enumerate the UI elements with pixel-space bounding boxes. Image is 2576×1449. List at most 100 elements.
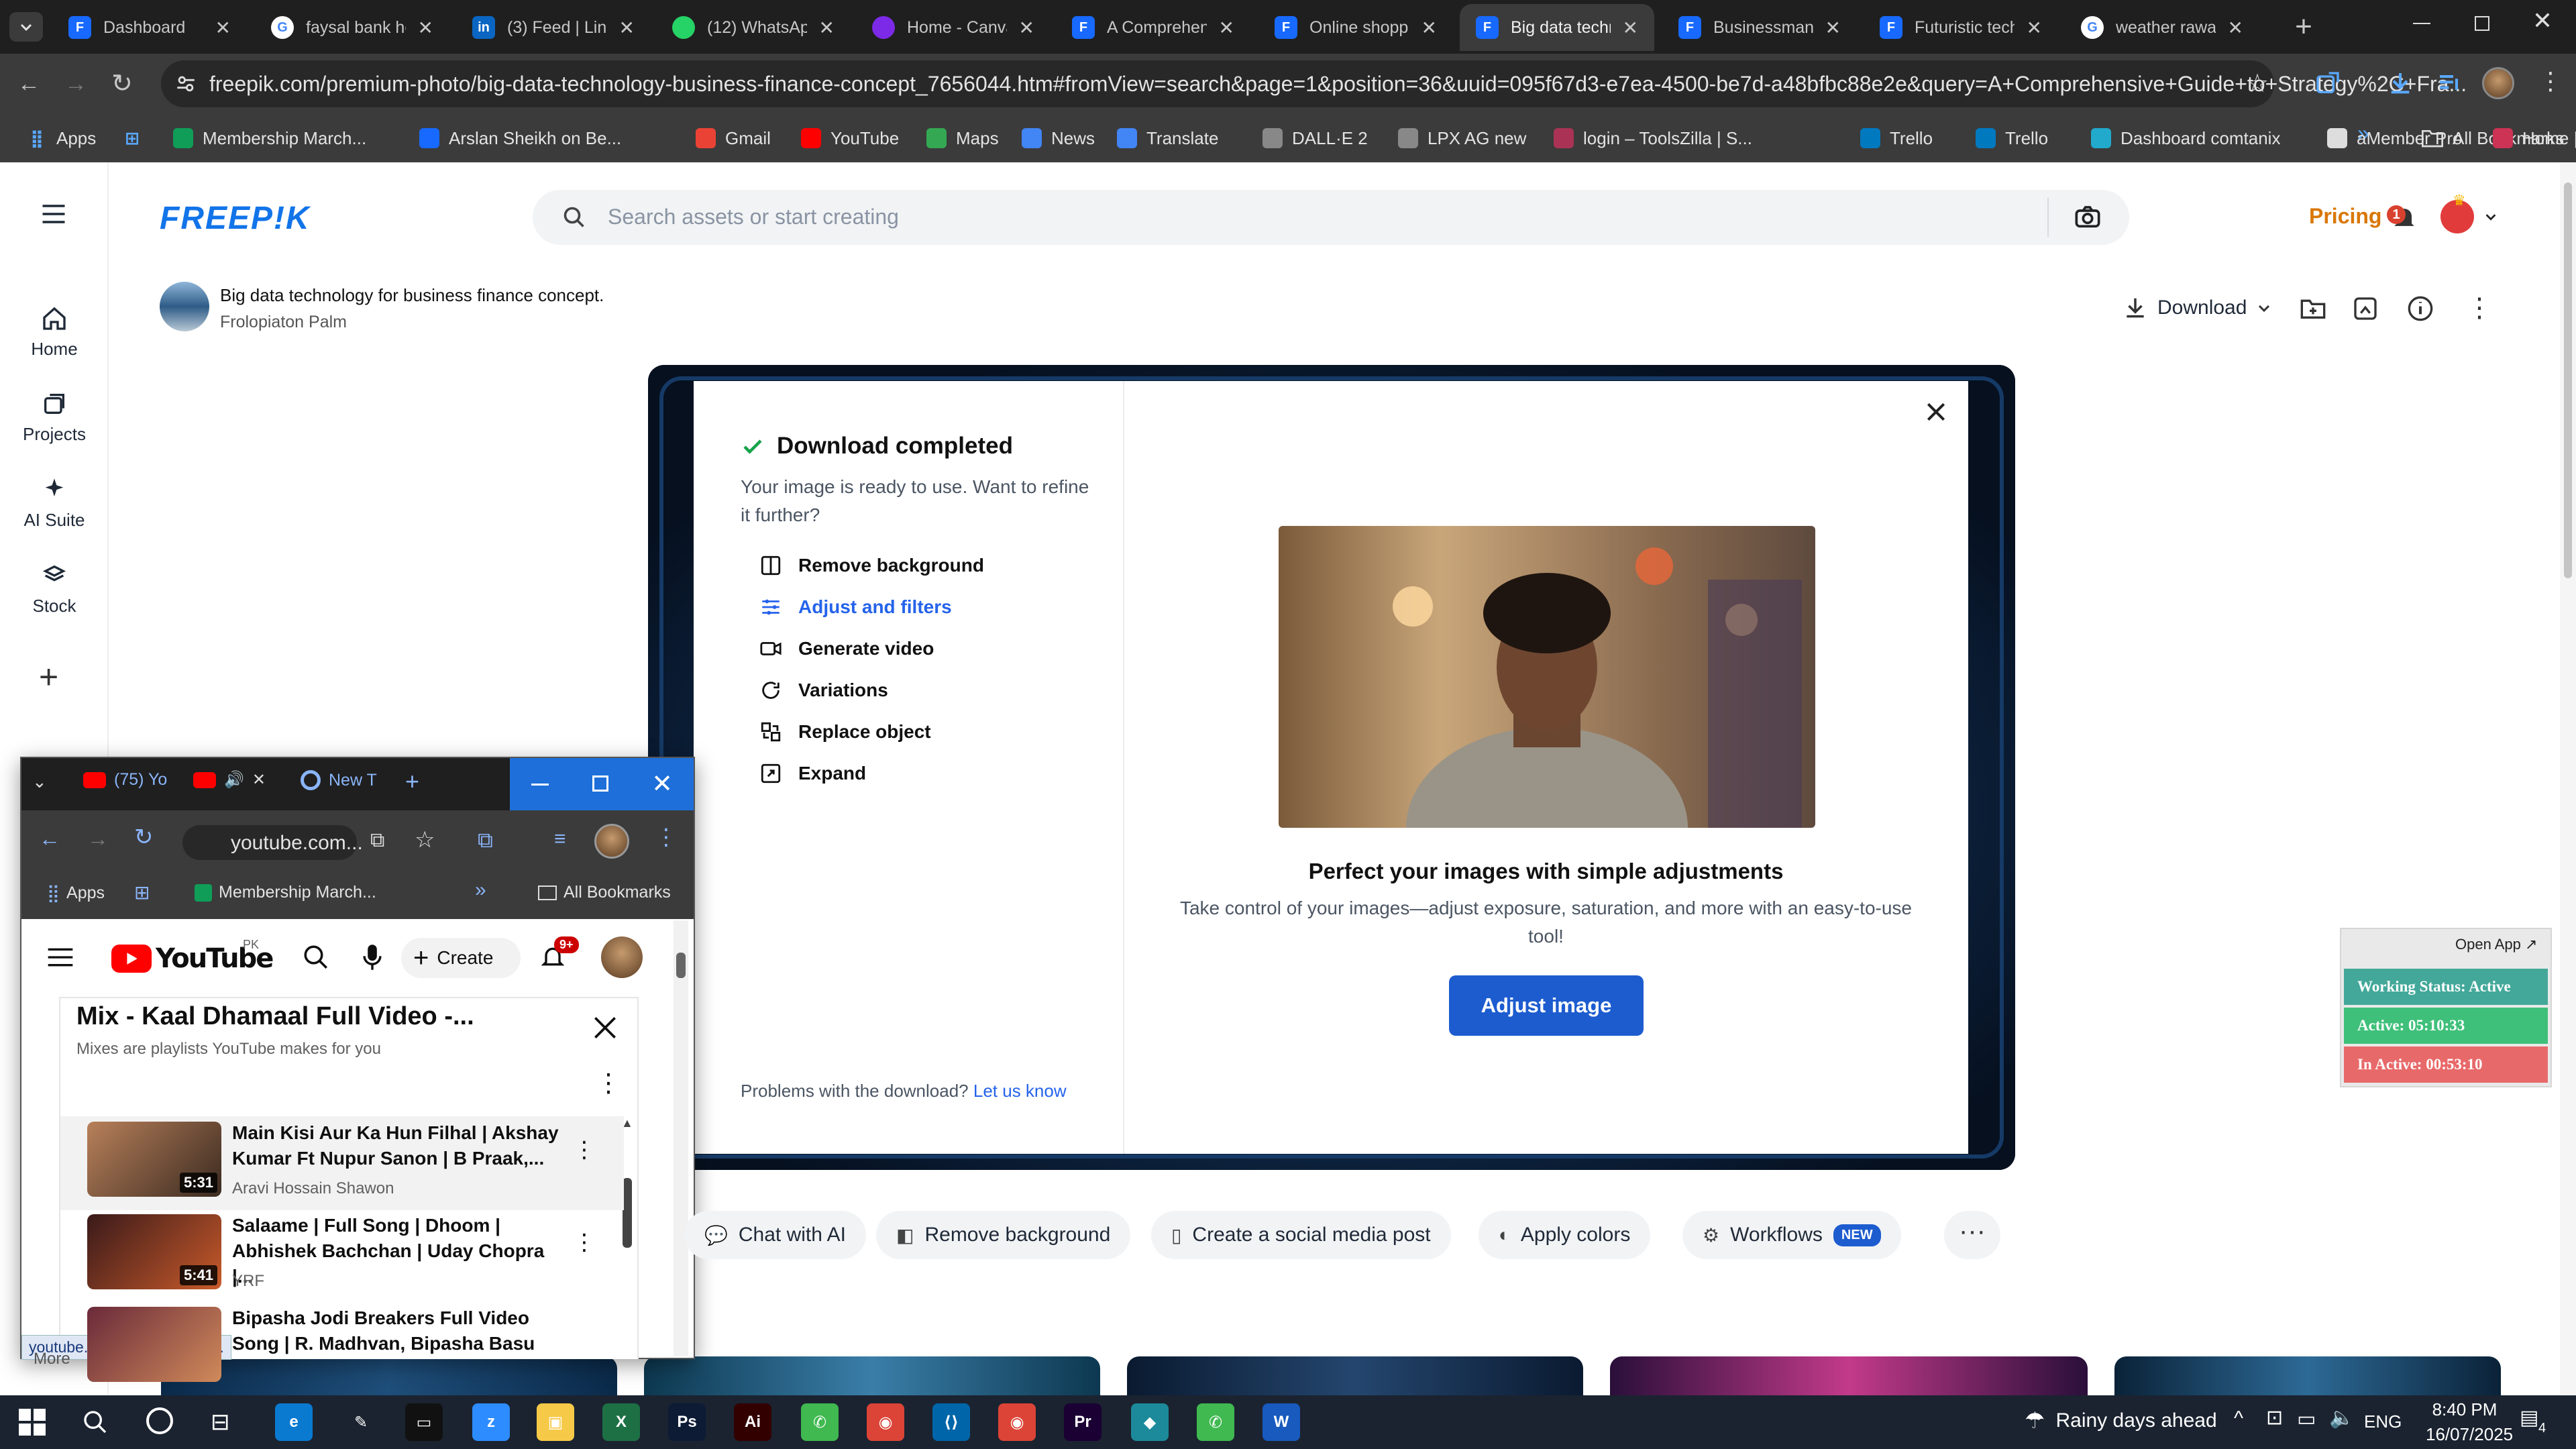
modal-option-replace-object[interactable]: Replace object xyxy=(759,720,931,743)
clock[interactable]: 8:40 PM 16/07/2025 xyxy=(2426,1399,2513,1445)
bookmark-item[interactable]: Dashboard comtanix xyxy=(2091,123,2280,153)
video-menu-icon[interactable]: ⋮ xyxy=(573,1229,596,1256)
browser-tab[interactable]: F Dashboard ✕ xyxy=(52,4,247,51)
close-tab-icon[interactable]: ✕ xyxy=(1421,17,1437,39)
bookmark-item[interactable]: Translate xyxy=(1117,123,1218,153)
add-nav-button[interactable]: + xyxy=(39,657,58,696)
microphone-icon[interactable] xyxy=(361,943,384,971)
reload-button[interactable]: ↻ xyxy=(134,824,154,851)
action-chat-with-ai[interactable]: 💬 Chat with AI xyxy=(684,1211,866,1259)
back-button[interactable]: ← xyxy=(39,826,60,851)
extensions-icon[interactable]: ⧉ xyxy=(478,828,493,853)
close-tab-icon[interactable]: ✕ xyxy=(2228,17,2243,39)
folder-add-icon[interactable] xyxy=(2300,295,2326,322)
reload-button[interactable]: ↻ xyxy=(111,68,133,99)
edit-image-icon[interactable] xyxy=(2352,295,2379,322)
bookmark-item[interactable]: Trello xyxy=(1976,123,2048,153)
browser-tab[interactable]: in (3) Feed | Linke ✕ xyxy=(456,4,651,51)
cortana-icon[interactable] xyxy=(146,1407,173,1434)
info-icon[interactable] xyxy=(2407,295,2434,322)
forward-button[interactable]: → xyxy=(87,826,109,851)
modal-option-variations[interactable]: Variations xyxy=(759,679,888,702)
nav-item-ai-suite[interactable]: AI Suite xyxy=(0,476,109,531)
bookmark-membership[interactable]: Membership March... xyxy=(195,883,376,902)
open-app-button[interactable]: Open App ↗ xyxy=(2455,936,2537,953)
photoshop-icon[interactable]: Ps xyxy=(668,1403,706,1441)
modal-option-adjust-and-filters[interactable]: Adjust and filters xyxy=(759,596,952,619)
install-app-icon[interactable]: ⧉ xyxy=(370,829,384,852)
illustrator-icon[interactable]: Ai xyxy=(734,1403,771,1441)
video-menu-icon[interactable]: ⋮ xyxy=(573,1136,596,1163)
media-control-icon[interactable] xyxy=(2436,70,2463,97)
bookmark-item[interactable]: Home | PixVerse xyxy=(2493,123,2576,153)
chrome-icon[interactable]: ◉ xyxy=(867,1403,904,1441)
site-info-icon[interactable] xyxy=(174,72,197,95)
browser-tab[interactable]: Home - Canva ✕ xyxy=(856,4,1051,51)
bookmark-item[interactable]: Arslan Sheikh on Be... xyxy=(419,123,621,153)
vscode-icon[interactable]: ⟨⟩ xyxy=(932,1403,970,1441)
related-thumb[interactable] xyxy=(1610,1356,2088,1395)
tab-search-button[interactable] xyxy=(9,12,43,42)
bookmark-item[interactable]: ⣿ Apps xyxy=(27,123,96,153)
hamburger-menu-icon[interactable] xyxy=(47,947,74,967)
chrome-active-icon[interactable]: ◉ xyxy=(998,1403,1036,1441)
related-thumb[interactable] xyxy=(644,1356,1100,1395)
new-tab-button[interactable]: + xyxy=(405,767,419,796)
bookmark-item[interactable]: Membership March... xyxy=(173,123,366,153)
action-create-a-social-media-post[interactable]: ▯ Create a social media post xyxy=(1151,1211,1451,1259)
minimize-button[interactable] xyxy=(510,758,570,810)
user-avatar[interactable]: ♛ xyxy=(2440,192,2474,233)
bookmark-item[interactable]: Gmail xyxy=(696,123,771,153)
camera-search-icon[interactable] xyxy=(2074,204,2101,231)
adjust-image-button[interactable]: Adjust image xyxy=(1449,975,1644,1036)
video-thumbnail[interactable]: 5:31 xyxy=(87,1122,221,1197)
close-tab-icon[interactable]: ✕ xyxy=(619,17,635,39)
pen-tool-icon[interactable]: ✎ xyxy=(342,1403,380,1441)
bookmark-item[interactable]: Maps xyxy=(926,123,999,153)
new-tab-button[interactable]: + xyxy=(2288,12,2320,44)
phone-link-icon[interactable]: ✆ xyxy=(1197,1403,1234,1441)
modal-option-expand[interactable]: Expand xyxy=(759,762,866,785)
bookmark-item[interactable]: login – ToolsZilla | S... xyxy=(1554,123,1752,153)
premiere-icon[interactable]: Pr xyxy=(1064,1403,1102,1441)
volume-icon[interactable]: 🔈 xyxy=(2329,1406,2354,1430)
downloads-icon[interactable] xyxy=(2387,70,2414,97)
terminal-icon[interactable]: ▭ xyxy=(405,1403,443,1441)
bookmark-star-icon[interactable]: ☆ xyxy=(2246,68,2269,99)
browser-tab[interactable]: F A Comprehens ✕ xyxy=(1056,4,1250,51)
bookmark-apps[interactable]: ⣿ Apps xyxy=(47,883,105,904)
back-button[interactable]: ← xyxy=(17,71,40,97)
file-explorer-icon[interactable]: ▣ xyxy=(537,1403,574,1441)
bookmark-star-icon[interactable]: ☆ xyxy=(415,826,435,853)
nav-item-projects[interactable]: Projects xyxy=(0,390,109,445)
menu-kebab-icon[interactable]: ⋮ xyxy=(655,824,678,851)
video-thumbnail[interactable] xyxy=(87,1307,221,1382)
minimize-button[interactable] xyxy=(2402,11,2442,38)
forward-button[interactable]: → xyxy=(64,71,87,97)
more-options-icon[interactable]: ⋮ xyxy=(2466,292,2493,323)
search-icon[interactable] xyxy=(82,1409,109,1436)
close-tab-icon[interactable]: ✕ xyxy=(252,770,266,790)
asset-author[interactable]: Frolopiaton Palm xyxy=(220,313,347,332)
bookmark-item[interactable]: LPX AG new xyxy=(1398,123,1526,153)
let-us-know-link[interactable]: Let us know xyxy=(973,1081,1067,1101)
tab-groups-icon[interactable]: ⊞ xyxy=(134,881,150,904)
tray-chevron-icon[interactable]: ^ xyxy=(2234,1407,2243,1430)
close-tab-icon[interactable]: ✕ xyxy=(215,17,231,39)
bookmark-item[interactable]: Trello xyxy=(1860,123,1933,153)
close-window-button[interactable]: ✕ xyxy=(2522,7,2563,40)
network-icon[interactable]: ⊡ xyxy=(2266,1406,2283,1430)
language-indicator[interactable]: ENG xyxy=(2364,1411,2402,1432)
account-avatar[interactable] xyxy=(601,936,643,978)
playlist-item[interactable]: 5:31 Main Kisi Aur Ka Hun Filhal | Akshay… xyxy=(60,1116,624,1210)
modal-option-remove-background[interactable]: Remove background xyxy=(759,554,984,577)
more-actions-button[interactable]: ··· xyxy=(1944,1211,2000,1259)
hamburger-menu-icon[interactable] xyxy=(42,204,66,224)
pricing-link[interactable]: Pricing xyxy=(2309,204,2381,229)
related-thumb[interactable] xyxy=(1127,1356,1583,1395)
close-tab-icon[interactable]: ✕ xyxy=(1825,17,1841,39)
close-tab-icon[interactable]: ✕ xyxy=(1019,17,1034,39)
nav-item-stock[interactable]: Stock xyxy=(0,562,109,616)
nav-item-home[interactable]: Home xyxy=(0,305,109,360)
tab-search-button[interactable]: ⌄ xyxy=(32,771,47,792)
